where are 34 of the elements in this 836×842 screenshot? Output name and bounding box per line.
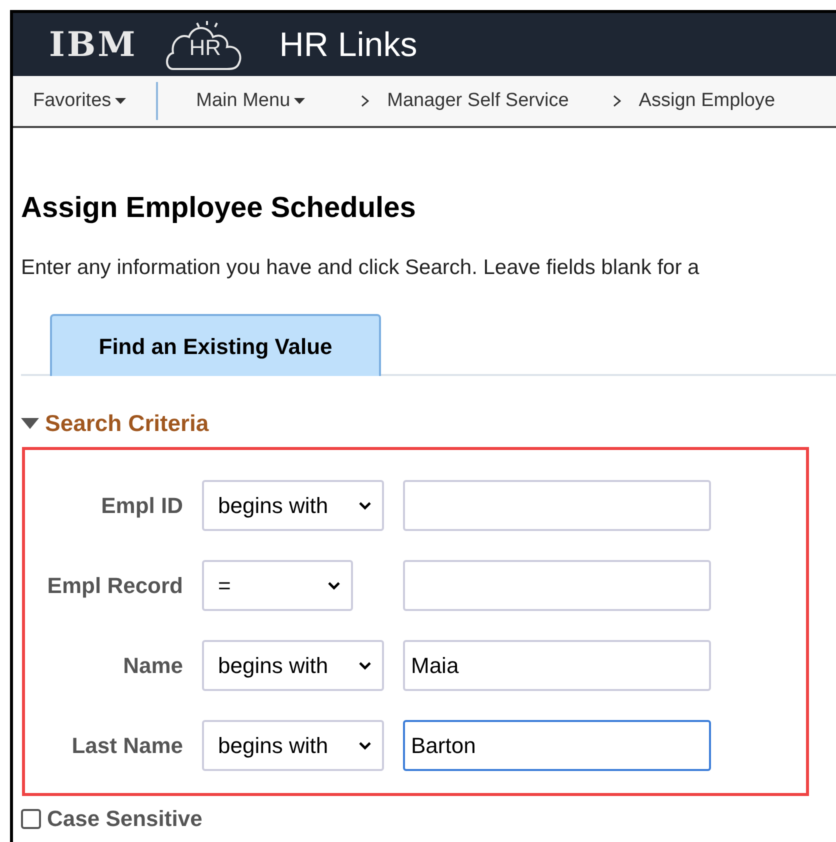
field-label: Empl Record — [46, 574, 183, 596]
page-title: Assign Employee Schedules — [21, 194, 417, 223]
caret-icon — [294, 98, 306, 104]
text-input-field[interactable] — [403, 480, 711, 531]
chevron-icon — [361, 95, 370, 107]
chevron-down-icon — [327, 581, 341, 590]
app-title: HR Links — [279, 28, 418, 62]
operator-dropdown[interactable]: begins with — [202, 640, 384, 691]
menu-link[interactable]: Main Menu — [158, 86, 362, 116]
field-label: Name — [122, 654, 183, 676]
text-input-field[interactable]: Maia — [403, 640, 711, 691]
section-title[interactable]: Search Criteria — [45, 412, 209, 435]
caret-icon — [115, 98, 126, 104]
operator-dropdown[interactable]: begins with — [202, 720, 384, 771]
text-input-field[interactable] — [403, 560, 711, 611]
breadcrumb-link[interactable]: Assign Employe — [638, 86, 776, 116]
hr-logo-text: HR — [189, 36, 222, 58]
instructions-text: Enter any information you have and click Search. Leave fields blank for a — [21, 257, 700, 278]
chevron-down-icon — [358, 661, 372, 670]
field-label: Empl ID — [100, 494, 183, 516]
chevron-down-icon — [358, 501, 372, 510]
chevron-icon — [612, 95, 621, 107]
checkbox-label: Case Sensitive — [47, 808, 202, 830]
operator-dropdown[interactable]: begins with — [202, 480, 384, 531]
chevron-down-icon — [358, 741, 372, 750]
tab[interactable]: Find an Existing Value — [50, 314, 381, 376]
menu-link[interactable]: Favorites — [13, 86, 156, 116]
collapse-triangle-icon[interactable] — [21, 418, 39, 430]
text-input-field[interactable]: Barton — [403, 720, 711, 771]
case-sensitive-checkbox[interactable] — [21, 809, 41, 829]
ibm-logo: IBM — [49, 28, 138, 62]
field-label: Last Name — [70, 734, 183, 756]
breadcrumb-link[interactable]: Manager Self Service — [387, 86, 569, 116]
operator-dropdown[interactable]: = — [202, 560, 353, 611]
